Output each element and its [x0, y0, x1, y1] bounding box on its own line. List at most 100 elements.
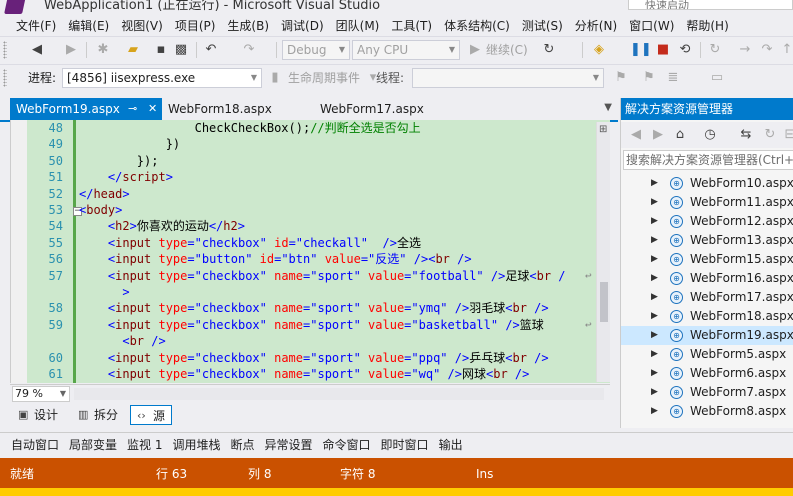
expand-arrow-icon[interactable]: ▶: [651, 307, 658, 326]
expand-arrow-icon[interactable]: ▶: [651, 212, 658, 231]
tab-webform18[interactable]: WebForm18.aspx: [162, 98, 302, 120]
expand-arrow-icon[interactable]: ▶: [651, 269, 658, 288]
design-view-button[interactable]: ▣ 设计: [12, 405, 64, 425]
source-view-button[interactable]: ‹› 源: [130, 405, 173, 425]
editor-vertical-scrollbar[interactable]: ⊞: [596, 122, 610, 382]
solution-tree-item[interactable]: ▶ ⊕ WebForm5.aspx: [621, 345, 793, 364]
code-line[interactable]: 55 <input type="checkbox" id="checkall" …: [11, 235, 603, 251]
code-line[interactable]: 57 <input type="checkbox" name="sport" v…: [11, 268, 603, 284]
lifecycle-events-icon[interactable]: ▮: [266, 69, 284, 87]
solution-tree-item[interactable]: ▶ ⊕ WebForm16.aspx: [621, 269, 793, 288]
menu-item[interactable]: 编辑(E): [62, 16, 115, 36]
show-next-statement-icon[interactable]: ↻: [706, 41, 724, 59]
configuration-select[interactable]: Debug ▼: [282, 40, 350, 60]
split-view-button[interactable]: ▥ 拆分: [72, 405, 124, 425]
tool-window-tab[interactable]: 命令窗口: [318, 433, 376, 456]
expand-arrow-icon[interactable]: ▶: [651, 231, 658, 250]
pause-icon[interactable]: ❚❚: [630, 41, 652, 59]
solution-tree-item[interactable]: ▶ ⊕ WebForm19.aspx: [621, 326, 793, 345]
menu-item[interactable]: 帮助(H): [680, 16, 734, 36]
code-line[interactable]: <br />: [11, 333, 603, 349]
open-folder-icon[interactable]: ▰: [124, 41, 142, 59]
tool-window-tab[interactable]: 自动窗口: [0, 433, 64, 456]
tab-webform17[interactable]: WebForm17.aspx: [314, 98, 454, 120]
quick-launch-input[interactable]: 快速启动: [628, 0, 793, 10]
code-line[interactable]: 50 });: [11, 153, 603, 169]
undo-icon[interactable]: ↶: [202, 41, 220, 59]
editor-horizontal-scrollbar[interactable]: [74, 388, 604, 400]
solution-tree-item[interactable]: ▶ ⊕ WebForm11.aspx: [621, 193, 793, 212]
step-out-icon[interactable]: ↑: [778, 41, 793, 59]
restart-icon[interactable]: ⟲: [676, 41, 694, 59]
tool-window-tab[interactable]: 即时窗口: [376, 433, 434, 456]
menu-item[interactable]: 测试(S): [516, 16, 569, 36]
code-line[interactable]: 52 </head>: [11, 186, 603, 202]
tool-window-tab[interactable]: 局部变量: [64, 433, 122, 456]
code-line[interactable]: 60 <input type="checkbox" name="sport" v…: [11, 350, 603, 366]
save-all-icon[interactable]: ▩: [172, 41, 190, 59]
home-icon[interactable]: ⌂: [671, 126, 689, 144]
code-editor[interactable]: − 48 CheckCheckBox();//判断全选是否勾上 49 }) 50 }…: [10, 120, 610, 383]
expand-arrow-icon[interactable]: ▶: [651, 174, 658, 193]
redo-icon[interactable]: ↷: [240, 41, 258, 59]
expand-arrow-icon[interactable]: ▶: [651, 288, 658, 307]
new-project-icon[interactable]: ✱: [94, 41, 112, 59]
flag-all-threads-icon[interactable]: ⚑: [640, 69, 658, 87]
tool-window-tab[interactable]: 异常设置: [260, 433, 318, 456]
solution-tree-item[interactable]: ▶ ⊕ WebForm18.aspx: [621, 307, 793, 326]
tool-window-tab[interactable]: 输出: [434, 433, 468, 456]
forward-icon[interactable]: ▶: [62, 41, 80, 59]
code-line[interactable]: >: [11, 284, 603, 300]
solution-tree-item[interactable]: ▶ ⊕ WebForm15.aspx: [621, 250, 793, 269]
solution-search-input[interactable]: 搜索解决方案资源管理器(Ctrl+;): [623, 150, 793, 170]
code-line[interactable]: 59 <input type="checkbox" name="sport" v…: [11, 317, 603, 333]
step-into-icon[interactable]: →: [736, 41, 754, 59]
browser-link-icon[interactable]: ◈: [590, 41, 608, 59]
menu-item[interactable]: 工具(T): [385, 16, 438, 36]
tab-overflow-icon[interactable]: ▼: [604, 102, 612, 113]
close-icon[interactable]: ✕: [148, 98, 157, 120]
code-line[interactable]: 56 <input type="button" id="btn" value="…: [11, 251, 603, 267]
forward-icon[interactable]: ▶: [649, 126, 667, 144]
menu-item[interactable]: 文件(F): [0, 16, 62, 36]
tool-window-tab[interactable]: 断点: [226, 433, 260, 456]
solution-tree-item[interactable]: ▶ ⊕ WebForm7.aspx: [621, 383, 793, 402]
tool-window-tab[interactable]: 调用堆栈: [167, 433, 225, 456]
lifecycle-events-button[interactable]: 生命周期事件: [288, 69, 360, 87]
code-line[interactable]: 58 <input type="checkbox" name="sport" v…: [11, 300, 603, 316]
solution-tree-item[interactable]: ▶ ⊕ WebForm12.aspx: [621, 212, 793, 231]
solution-tree-item[interactable]: ▶ ⊕ WebForm10.aspx: [621, 174, 793, 193]
code-line[interactable]: 53 <body>: [11, 202, 603, 218]
step-over-icon[interactable]: ↷: [758, 41, 776, 59]
solution-tree-item[interactable]: ▶ ⊕ WebForm17.aspx: [621, 288, 793, 307]
expand-arrow-icon[interactable]: ▶: [651, 364, 658, 383]
flag-thread-icon[interactable]: ⚑: [612, 69, 630, 87]
code-line[interactable]: 51 </script>: [11, 169, 603, 185]
pending-changes-icon[interactable]: ◷: [701, 126, 719, 144]
menu-item[interactable]: 视图(V): [115, 16, 169, 36]
process-select[interactable]: [4856] iisexpress.exe ▼: [62, 68, 262, 88]
expand-arrow-icon[interactable]: ▶: [651, 383, 658, 402]
tab-webform19[interactable]: WebForm19.aspx ⊸ ✕: [10, 98, 162, 120]
thread-select[interactable]: ▼: [412, 68, 604, 88]
stack-frame-select-icon[interactable]: ▭: [708, 69, 726, 87]
expand-arrow-icon[interactable]: ▶: [651, 326, 658, 345]
menu-item[interactable]: 项目(P): [169, 16, 222, 36]
menu-item[interactable]: 体系结构(C): [438, 16, 516, 36]
back-icon[interactable]: ◀: [28, 41, 46, 59]
menu-item[interactable]: 分析(N): [569, 16, 623, 36]
save-icon[interactable]: ▪: [152, 41, 170, 59]
code-line[interactable]: 48 CheckCheckBox();//判断全选是否勾上: [11, 120, 603, 136]
continue-button[interactable]: 继续(C): [486, 41, 528, 59]
tool-window-tab[interactable]: 监视 1: [122, 433, 167, 456]
sync-icon[interactable]: ⇆: [737, 126, 755, 144]
refresh-icon[interactable]: ↻: [761, 126, 779, 144]
stop-icon[interactable]: ■: [654, 41, 672, 59]
code-line[interactable]: 61 <input type="checkbox" name="sport" v…: [11, 366, 603, 382]
collapse-all-icon[interactable]: ⊟: [781, 126, 793, 144]
zoom-select[interactable]: 79 % ▼: [12, 386, 70, 402]
split-icon[interactable]: ⊞: [599, 124, 607, 135]
solution-tree-item[interactable]: ▶ ⊕ WebForm13.aspx: [621, 231, 793, 250]
expand-arrow-icon[interactable]: ▶: [651, 193, 658, 212]
menu-item[interactable]: 生成(B): [221, 16, 275, 36]
